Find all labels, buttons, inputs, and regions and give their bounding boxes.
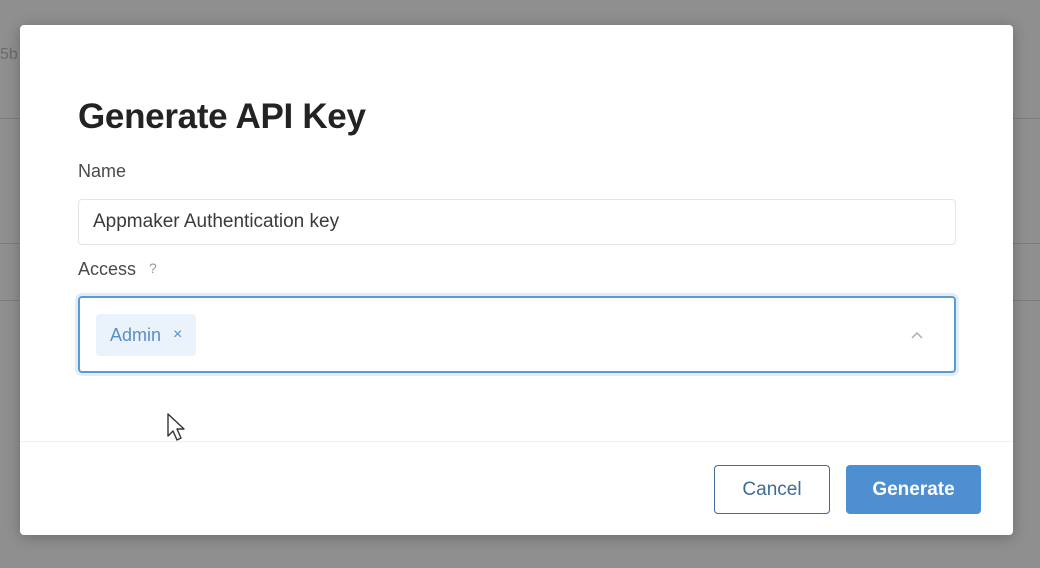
chevron-up-icon[interactable] [910,328,924,342]
name-input[interactable] [78,199,956,245]
close-icon[interactable]: × [173,326,182,344]
backdrop-divider [1013,118,1040,119]
access-label-row: Access ? [78,259,157,280]
question-mark-icon[interactable]: ? [149,260,157,276]
backdrop-divider [0,243,20,244]
backdrop-text: 5b [0,46,18,63]
backdrop-divider [1013,300,1040,301]
generate-button[interactable]: Generate [846,465,981,514]
cancel-button[interactable]: Cancel [714,465,830,514]
tag-label: Admin [110,324,162,345]
mouse-cursor-icon [167,413,185,441]
access-tag-admin: Admin × [96,314,197,356]
backdrop-divider [0,300,20,301]
footer-divider [20,441,1013,442]
backdrop-divider [1013,243,1040,244]
dialog-title: Generate API Key [78,97,366,136]
generate-api-key-dialog: Generate API Key Name Access ? Admin × C… [20,25,1013,535]
access-label: Access [78,259,137,279]
backdrop-divider [0,118,20,119]
name-label: Name [78,161,127,181]
access-select[interactable]: Admin × [78,296,956,373]
